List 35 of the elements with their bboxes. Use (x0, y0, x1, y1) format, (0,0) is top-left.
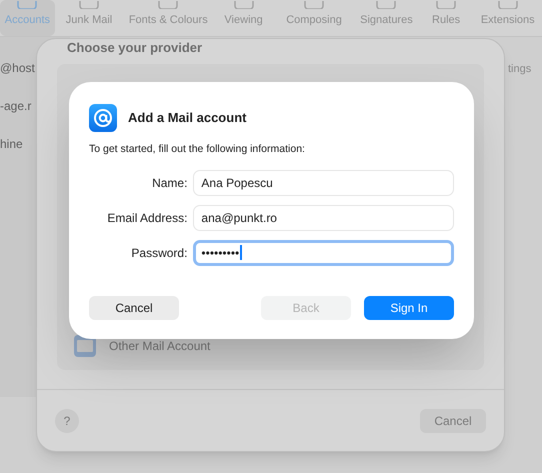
toolbar-tab[interactable]: Viewing (213, 0, 274, 36)
instructions-text: To get started, fill out the following information: (89, 142, 306, 157)
section-label: tings (508, 62, 532, 77)
toolbar-tab[interactable]: Composing (274, 0, 354, 36)
tab-icon (232, 0, 255, 8)
account-item[interactable]: @host (0, 59, 35, 77)
cancel-button[interactable]: Cancel (420, 408, 486, 432)
input-field[interactable]: ••••••••• (193, 240, 454, 266)
toolbar-tab[interactable]: Fonts & Colours (123, 0, 214, 36)
tab-icon (157, 0, 180, 8)
field-label: Name: (151, 174, 188, 192)
field-label: Email Address: (106, 210, 188, 227)
tab-icon (435, 0, 458, 8)
field-label: Password: (130, 244, 188, 262)
tab-icon (16, 0, 38, 8)
toolbar-tab[interactable]: Signatures (354, 0, 419, 36)
toolbar-tab[interactable]: Extensions (474, 0, 542, 36)
sheet-title: Choose your provider (67, 39, 204, 57)
tab-icon (303, 0, 326, 8)
provider-option[interactable]: Other Mail Account (109, 336, 210, 354)
account-item[interactable]: hine (0, 135, 23, 153)
dialog-title: Add a Mail account (128, 109, 246, 128)
input-field[interactable]: ana@punkt.ro (193, 204, 454, 231)
dialog-button[interactable]: Cancel (89, 296, 179, 320)
dialog-button[interactable]: Sign In (364, 296, 454, 320)
input-field[interactable]: Ana Popescu (193, 170, 454, 196)
tab-icon (78, 0, 100, 8)
at-sign-icon (89, 104, 117, 132)
account-item[interactable]: -age.r (0, 97, 32, 115)
tab-icon (375, 0, 398, 8)
toolbar-tab[interactable]: Rules (418, 0, 474, 36)
toolbar-tab[interactable]: Junk Mail (54, 0, 124, 36)
help-button[interactable]: ? (55, 408, 79, 432)
toolbar-tab[interactable]: Accounts (0, 0, 55, 36)
tab-icon (496, 0, 519, 8)
